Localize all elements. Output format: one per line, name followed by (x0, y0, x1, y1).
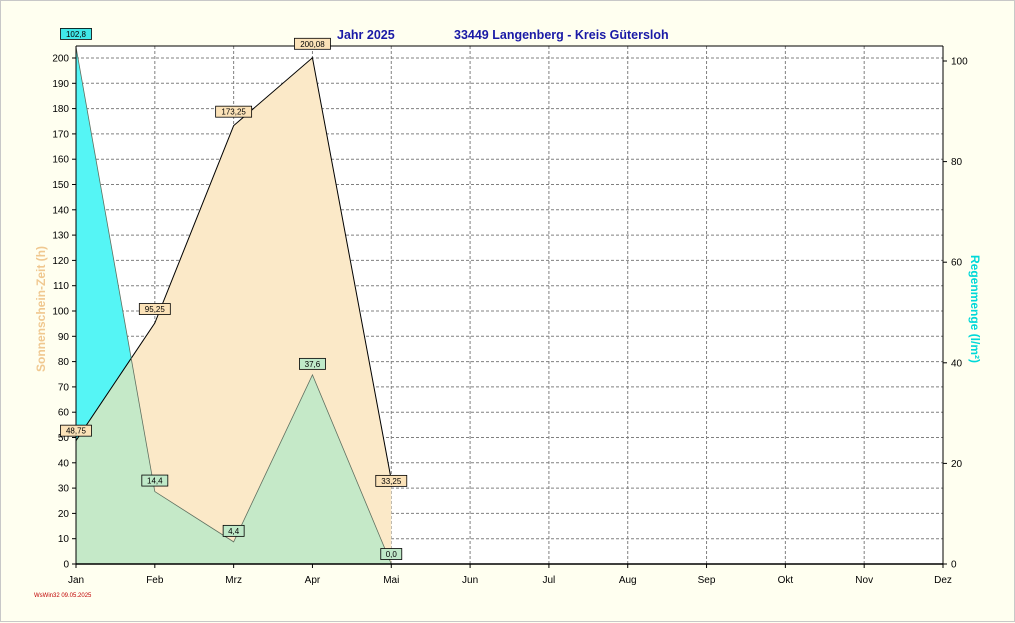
footer-stamp: WsWin32 09.05.2025 (34, 593, 92, 599)
y-tick-label-left: 0 (63, 560, 69, 571)
y-tick-label-right: 40 (951, 358, 963, 369)
y-tick-label-left: 80 (58, 357, 70, 368)
y-tick-label-left: 10 (58, 534, 70, 545)
x-tick-label: Jul (543, 575, 556, 586)
y-tick-label-left: 20 (58, 509, 70, 520)
y-tick-label-left: 190 (52, 79, 69, 90)
y-tick-label-left: 140 (52, 205, 69, 216)
x-tick-label: Nov (855, 575, 873, 586)
y-tick-label-left: 160 (52, 155, 69, 166)
sunshine-data-label: 33,25 (381, 477, 402, 486)
chart-title-location: 33449 Langenberg - Kreis Gütersloh (454, 28, 669, 42)
y-axis-label-right: Regenmenge (l/m²) (968, 255, 982, 363)
rain-data-label: 4,4 (228, 527, 240, 536)
x-tick-label: Aug (619, 575, 637, 586)
y-tick-label-left: 70 (58, 382, 70, 393)
rain-data-label: 37,6 (305, 360, 321, 369)
rain-data-label: 0,0 (386, 550, 398, 559)
x-tick-label: Jun (462, 575, 478, 586)
y-tick-label-left: 60 (58, 408, 70, 419)
y-tick-label-left: 180 (52, 104, 69, 115)
x-tick-label: Dez (934, 575, 952, 586)
y-tick-label-left: 90 (58, 332, 70, 343)
y-tick-label-left: 200 (52, 54, 69, 65)
chart-title-year: Jahr 2025 (337, 28, 395, 42)
y-tick-label-left: 100 (52, 307, 69, 318)
y-tick-label-right: 60 (951, 258, 963, 269)
y-tick-label-left: 170 (52, 129, 69, 140)
x-tick-label: Okt (778, 575, 794, 586)
y-tick-label-right: 80 (951, 157, 963, 168)
x-tick-label: Apr (305, 575, 321, 586)
chart-canvas: Jahr 2025 33449 Langenberg - Kreis Güter… (34, 28, 982, 599)
y-tick-label-left: 130 (52, 231, 69, 242)
x-tick-label: Jan (68, 575, 84, 586)
sunshine-data-label: 48,75 (66, 427, 87, 436)
sunshine-data-label: 95,25 (145, 305, 166, 314)
x-tick-label: Mai (383, 575, 399, 586)
x-tick-label: Feb (146, 575, 164, 586)
y-tick-label-left: 150 (52, 180, 69, 191)
y-tick-label-left: 110 (53, 281, 69, 292)
y-tick-label-right: 0 (951, 560, 957, 571)
rain-data-label: 102,8 (66, 30, 87, 39)
rain-data-label: 14,4 (147, 477, 163, 486)
sunshine-data-label: 200,08 (300, 40, 325, 49)
x-tick-label: Mrz (225, 575, 242, 586)
y-tick-label-left: 40 (58, 458, 70, 469)
x-tick-label: Sep (698, 575, 716, 586)
y-axis-label-left: Sonnenschein-Zeit (h) (34, 246, 48, 372)
y-tick-label-right: 20 (951, 459, 963, 470)
chart-frame: Jahr 2025 33449 Langenberg - Kreis Güter… (0, 0, 1015, 622)
y-tick-label-left: 120 (52, 256, 69, 267)
y-tick-label-left: 30 (58, 484, 70, 495)
y-tick-label-right: 100 (951, 57, 968, 68)
sunshine-data-label: 173,25 (221, 108, 246, 117)
